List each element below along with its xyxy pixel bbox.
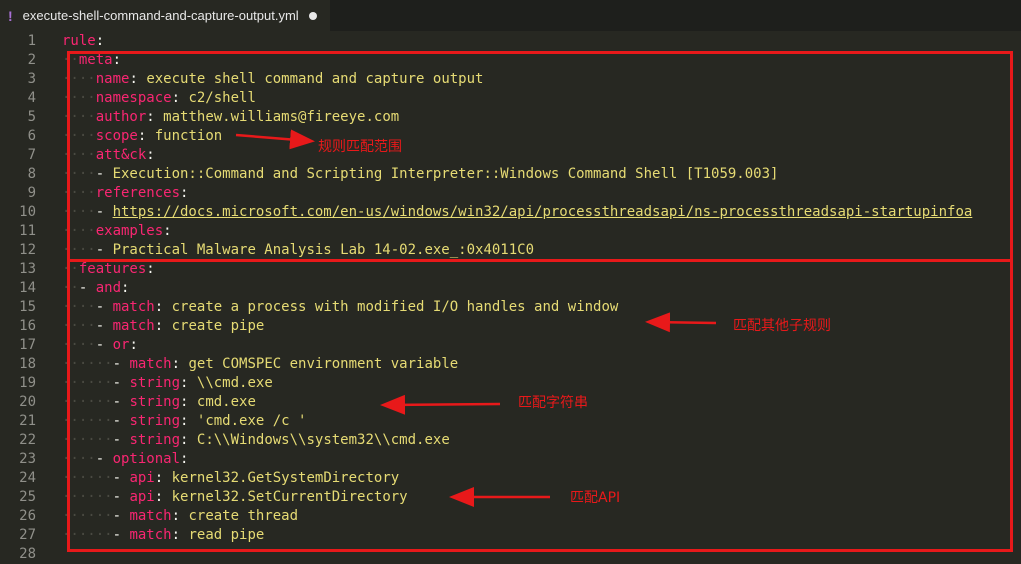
note-strings: 匹配字符串 [518,395,588,411]
note-scope: 规则匹配范围 [318,139,402,155]
annotation-arrows [235,129,717,507]
note-api: 匹配API [570,490,621,506]
note-subrules: 匹配其他子规则 [733,318,831,334]
arrow-subrules [645,312,717,333]
arrow-scope [235,129,315,150]
arrow-strings [380,394,501,415]
